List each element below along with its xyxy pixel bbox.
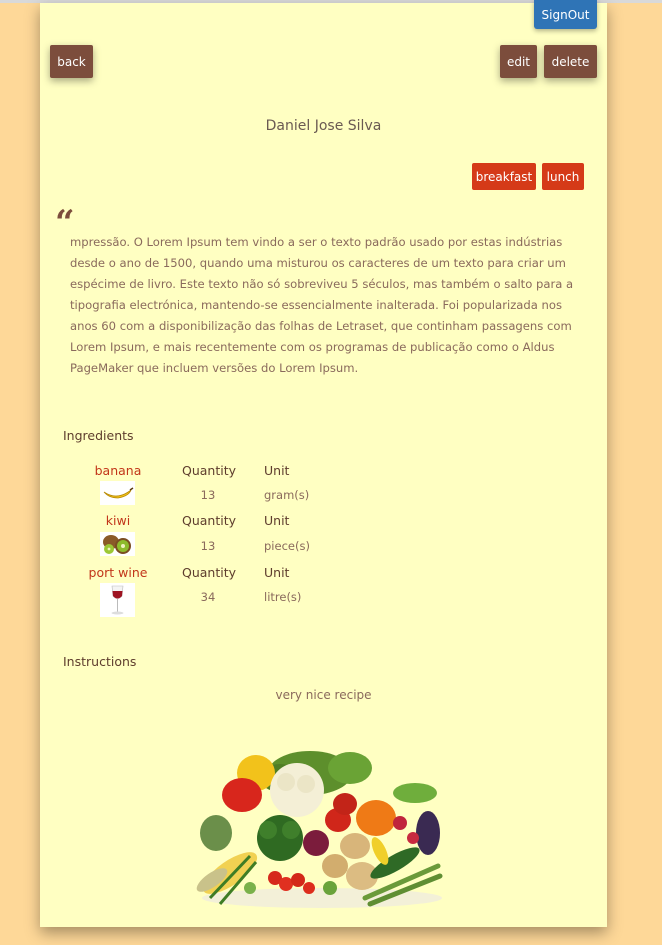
vegetables-image — [196, 751, 443, 908]
recipe-description: mpressão. O Lorem Ipsum tem vindo a ser … — [70, 235, 574, 375]
instructions-text: very nice recipe — [275, 688, 372, 702]
quantity-header: Quantity — [182, 565, 237, 580]
quantity-header: Quantity — [182, 513, 237, 528]
ingredients-heading: Ingredients — [63, 428, 134, 443]
wine-glass-icon — [100, 583, 135, 617]
ingredient-quantity: 34 — [200, 590, 216, 604]
unit-header: Unit — [264, 513, 290, 528]
recipe-author: Daniel Jose Silva — [265, 118, 382, 134]
tag-lunch[interactable]: lunch — [542, 163, 584, 190]
ingredient-name: port wine — [88, 565, 148, 580]
ingredient-unit: gram(s) — [264, 488, 310, 502]
ingredient-unit: litre(s) — [264, 590, 302, 604]
kiwi-icon — [100, 532, 135, 556]
ingredient-unit: piece(s) — [264, 539, 310, 553]
ingredient-quantity: 13 — [200, 488, 216, 502]
ingredient-name: banana — [94, 463, 142, 478]
edit-button[interactable]: edit — [500, 45, 537, 78]
quantity-header: Quantity — [182, 463, 237, 478]
unit-header: Unit — [264, 565, 290, 580]
back-button[interactable]: back — [50, 45, 93, 78]
delete-button[interactable]: delete — [544, 45, 597, 78]
signout-button[interactable]: SignOut — [534, 0, 597, 29]
banana-icon — [100, 481, 135, 505]
instructions-heading: Instructions — [63, 654, 137, 669]
ingredient-name: kiwi — [105, 513, 131, 528]
ingredient-quantity: 13 — [200, 539, 216, 553]
tag-breakfast[interactable]: breakfast — [472, 163, 536, 190]
unit-header: Unit — [264, 463, 290, 478]
